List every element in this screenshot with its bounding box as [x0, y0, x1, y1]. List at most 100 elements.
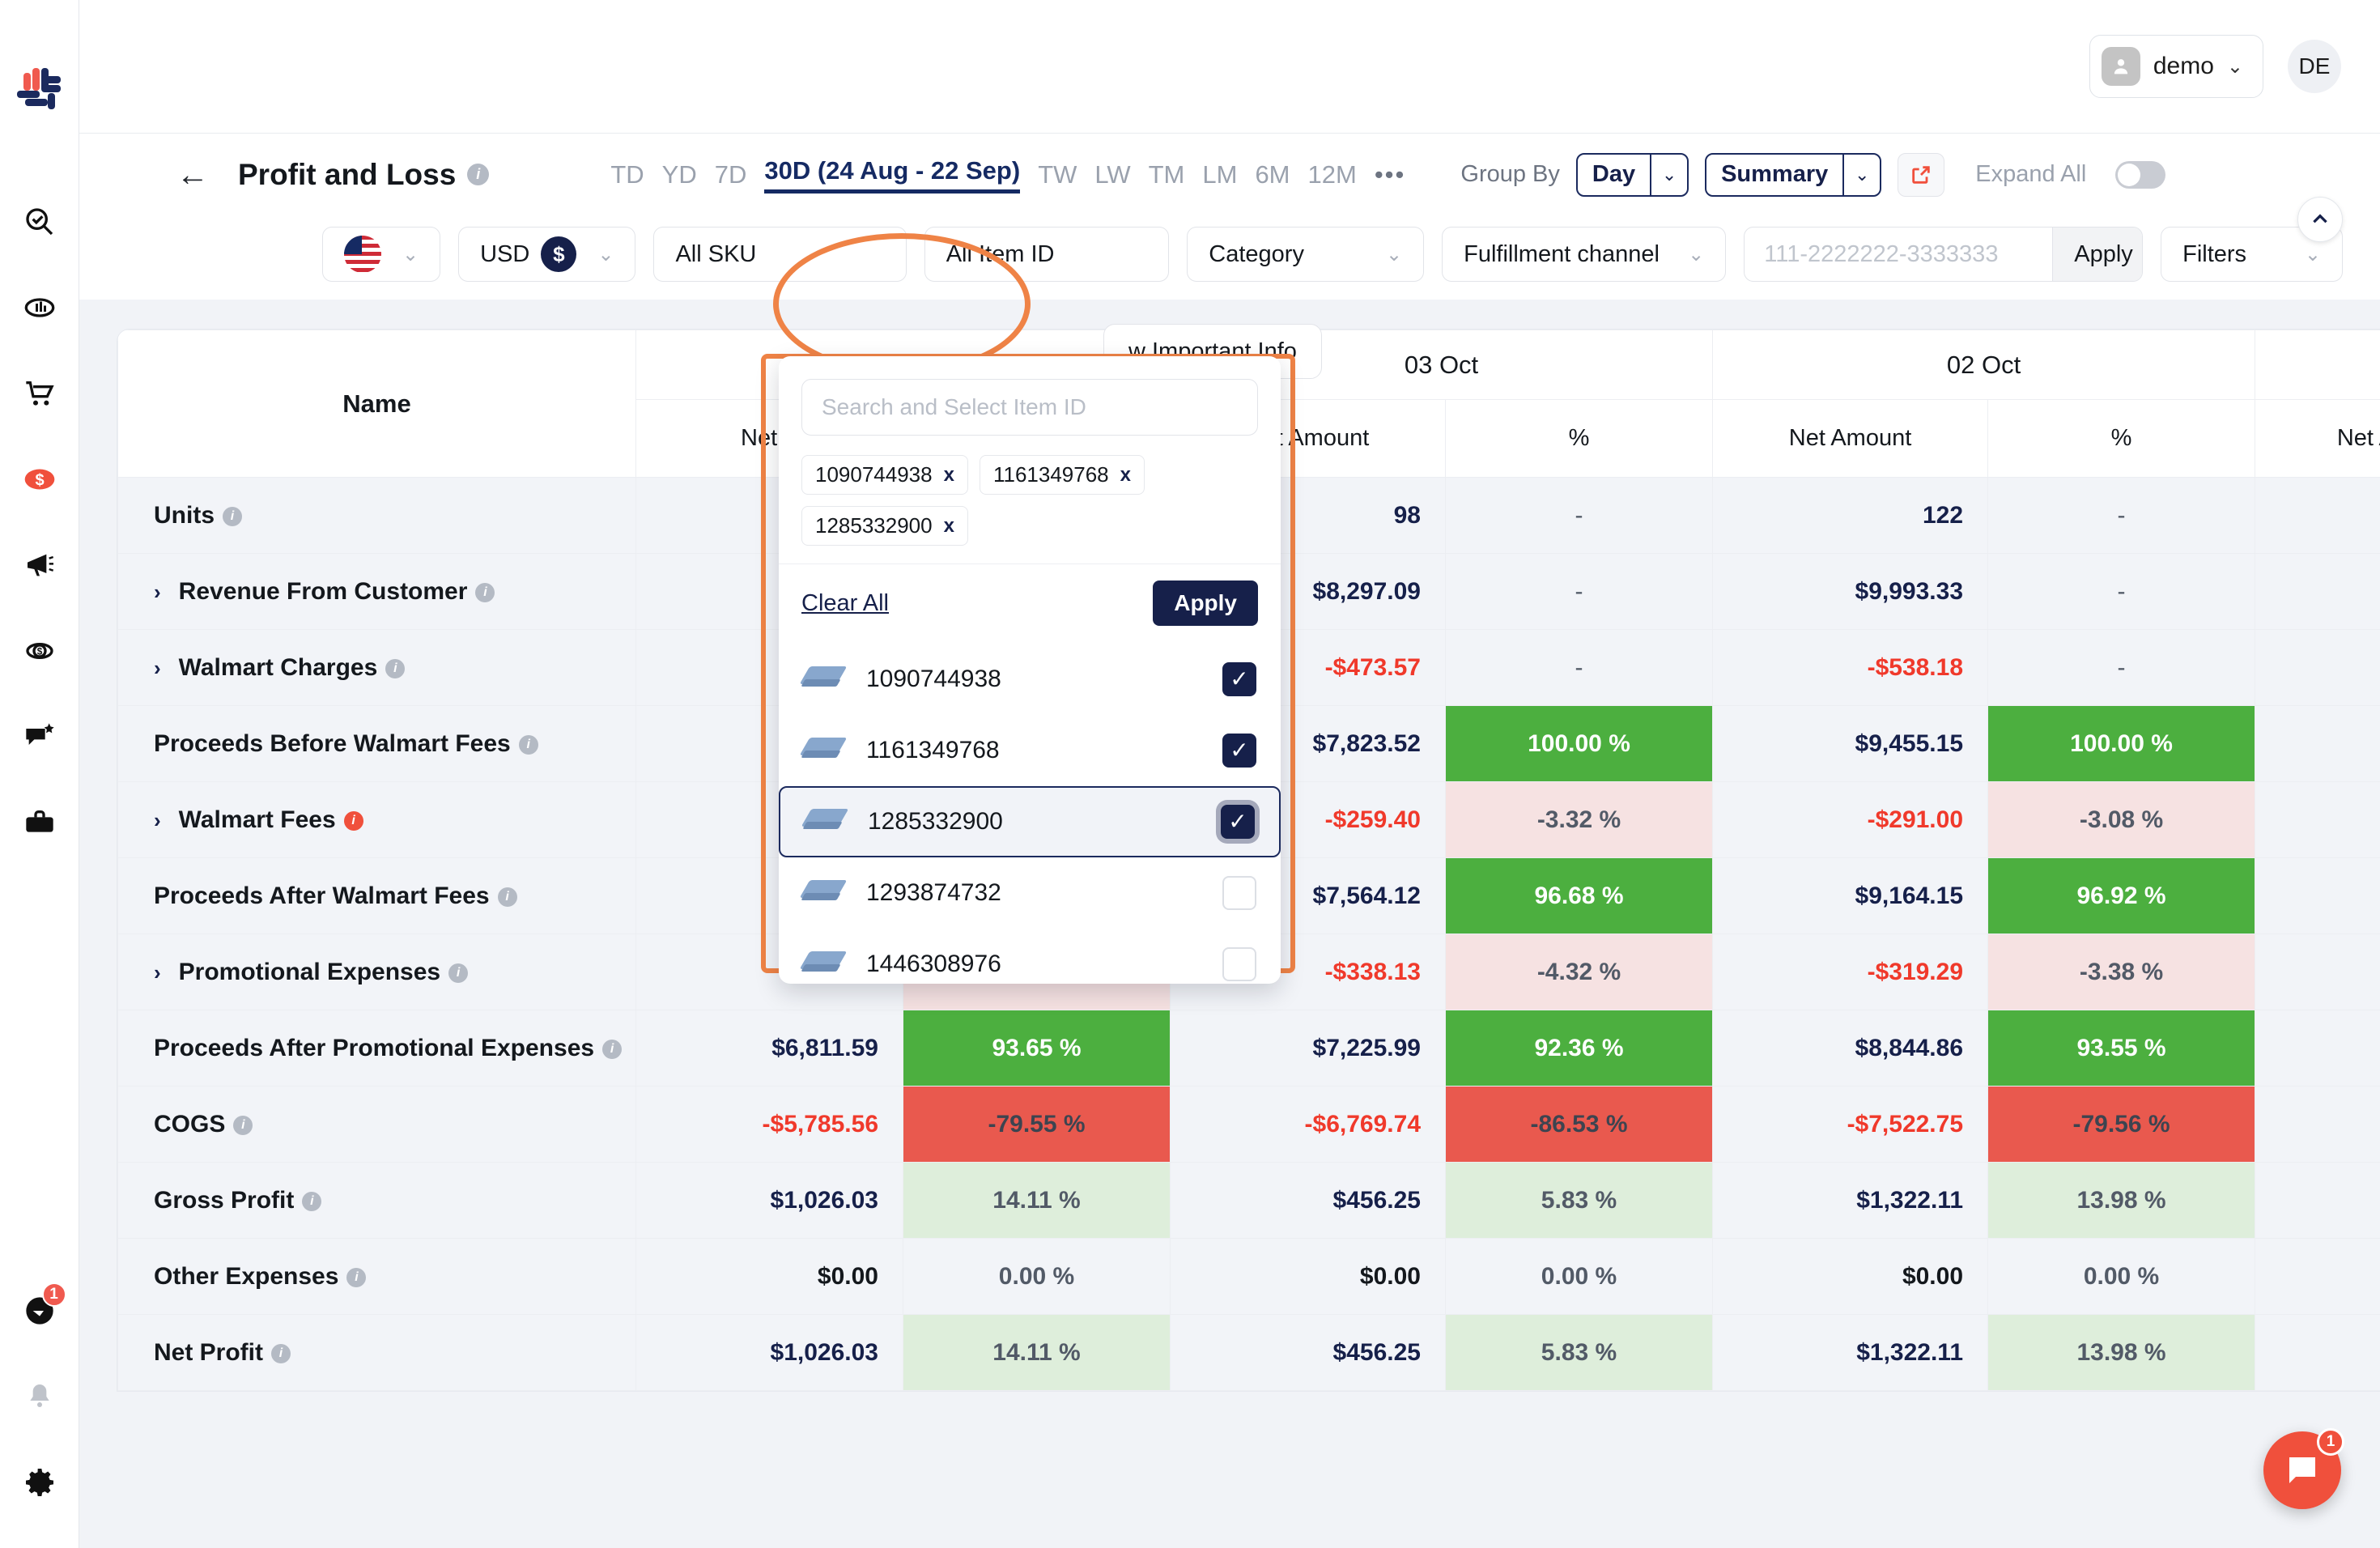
- row-info-icon[interactable]: i: [385, 658, 406, 678]
- chevron-right-icon[interactable]: ›: [154, 808, 161, 833]
- order-id-input[interactable]: [1745, 228, 2053, 281]
- selected-item-chip[interactable]: 1161349768 x: [979, 455, 1145, 495]
- table-row: Net Profit i $1,026.03 14.11 % $456.25 5.83 %…: [117, 1314, 2380, 1391]
- dollar-circle-icon[interactable]: $: [16, 456, 63, 503]
- category-filter[interactable]: Category ⌄: [1187, 227, 1425, 282]
- item-id-option-list: 1090744938 1161349768 1285332900 1293874732…: [779, 644, 1281, 984]
- user-initials-avatar[interactable]: DE: [2288, 40, 2341, 93]
- range-tab-7d[interactable]: 7D: [715, 160, 747, 189]
- review-icon[interactable]: [16, 713, 63, 760]
- cell-percent-0: -79.55 %: [903, 1086, 1171, 1163]
- chevron-right-icon[interactable]: ›: [154, 580, 161, 605]
- back-button[interactable]: ←: [176, 159, 209, 191]
- col-header-amount-2: Net Amount: [1712, 399, 1989, 478]
- svg-text:$: $: [36, 646, 42, 657]
- item-id-option[interactable]: 1090744938: [779, 644, 1281, 715]
- item-id-option-checkbox[interactable]: [1222, 662, 1256, 696]
- row-info-icon[interactable]: i: [346, 1267, 367, 1287]
- refund-icon[interactable]: $: [16, 627, 63, 674]
- item-id-option-checkbox[interactable]: [1222, 947, 1256, 981]
- row-label-cell: Net Profit i: [117, 1314, 636, 1391]
- row-label: Proceeds After Walmart Fees: [154, 882, 490, 909]
- fulfillment-channel-filter[interactable]: Fulfillment channel ⌄: [1442, 227, 1727, 282]
- marketplace-select[interactable]: ⌄: [322, 227, 441, 282]
- table-row: Proceeds After Promotional Expenses i $6,8…: [117, 1010, 2380, 1087]
- range-tab-yd[interactable]: YD: [662, 160, 697, 189]
- chevron-right-icon[interactable]: ›: [154, 656, 161, 681]
- bell-icon[interactable]: [16, 1373, 63, 1420]
- item-id-option[interactable]: 1446308976: [779, 929, 1281, 984]
- gear-icon[interactable]: [16, 1459, 63, 1506]
- order-id-apply-button[interactable]: Apply: [2052, 228, 2143, 281]
- range-tab-6m[interactable]: 6M: [1255, 160, 1290, 189]
- range-tab-tm[interactable]: TM: [1149, 160, 1185, 189]
- row-label: Walmart Fees: [178, 806, 336, 833]
- row-info-icon[interactable]: i: [518, 734, 538, 755]
- item-id-option-label: 1090744938: [866, 666, 1001, 692]
- cart-icon[interactable]: [16, 370, 63, 417]
- item-id-filter[interactable]: All Item ID: [924, 227, 1170, 282]
- item-id-option-checkbox[interactable]: [1222, 734, 1256, 768]
- filter-bar: ⌄ USD $ ⌄ All SKU All Item ID Category ⌄…: [79, 215, 2380, 300]
- item-id-option[interactable]: 1161349768: [779, 715, 1281, 786]
- range-more-icon[interactable]: •••: [1375, 160, 1406, 189]
- table-row: Other Expenses i $0.00 0.00 % $0.00 0.00 % $0.…: [117, 1238, 2380, 1315]
- currency-code: USD: [480, 240, 530, 267]
- analytics-icon[interactable]: [16, 284, 63, 331]
- item-id-option-checkbox[interactable]: [1222, 876, 1256, 910]
- range-tab-tw[interactable]: TW: [1038, 160, 1077, 189]
- item-id-search-input[interactable]: [822, 394, 1238, 420]
- row-info-icon[interactable]: i: [302, 1191, 322, 1211]
- item-id-apply-button[interactable]: Apply: [1153, 580, 1258, 626]
- range-tab-30d[interactable]: 30D (24 Aug - 22 Sep): [764, 156, 1021, 194]
- chat-icon[interactable]: 1: [16, 1282, 66, 1334]
- currency-select[interactable]: USD $ ⌄: [458, 227, 636, 282]
- range-tab-lw[interactable]: LW: [1094, 160, 1130, 189]
- search-check-icon[interactable]: [16, 198, 63, 245]
- item-id-option[interactable]: 1293874732: [779, 857, 1281, 929]
- view-mode-select[interactable]: Summary ⌄: [1705, 152, 1882, 197]
- row-alert-icon[interactable]: i: [343, 810, 363, 831]
- row-info-icon[interactable]: i: [271, 1343, 291, 1363]
- row-label-cell[interactable]: › Revenue From Customer i: [117, 553, 636, 630]
- group-by-select[interactable]: Day ⌄: [1575, 152, 1689, 197]
- chip-remove-icon[interactable]: x: [944, 515, 954, 538]
- range-tab-lm[interactable]: LM: [1202, 160, 1237, 189]
- app-logo[interactable]: [15, 66, 64, 119]
- row-info-icon[interactable]: i: [233, 1115, 253, 1135]
- range-tab-12m[interactable]: 12M: [1308, 160, 1357, 189]
- row-info-icon[interactable]: i: [475, 582, 495, 602]
- sku-filter-label: All SKU: [675, 240, 757, 267]
- row-label-cell[interactable]: › Walmart Charges i: [117, 629, 636, 706]
- item-id-option-checkbox[interactable]: [1221, 805, 1255, 839]
- briefcase-icon[interactable]: [16, 799, 63, 846]
- row-info-icon[interactable]: i: [448, 963, 469, 983]
- support-chat-button[interactable]: 1: [2263, 1428, 2344, 1509]
- chip-remove-icon[interactable]: x: [1120, 464, 1131, 487]
- category-filter-label: Category: [1209, 240, 1304, 267]
- sku-filter[interactable]: All SKU: [653, 227, 907, 282]
- item-id-filter-label: All Item ID: [946, 240, 1055, 267]
- page-title-info-icon[interactable]: i: [467, 164, 490, 185]
- row-label: Proceeds Before Walmart Fees: [154, 729, 511, 757]
- open-external-button[interactable]: [1898, 152, 1945, 197]
- row-info-icon[interactable]: i: [497, 887, 517, 907]
- selected-item-chip[interactable]: 1090744938 x: [801, 455, 968, 495]
- megaphone-icon[interactable]: [16, 542, 63, 589]
- row-label-cell[interactable]: › Walmart Fees i: [117, 781, 636, 858]
- chip-remove-icon[interactable]: x: [944, 464, 954, 487]
- account-switcher[interactable]: demo ⌄: [2089, 35, 2263, 98]
- range-tab-td[interactable]: TD: [610, 160, 644, 189]
- expand-all-toggle[interactable]: [2115, 160, 2166, 189]
- collapse-filters-button[interactable]: [2297, 197, 2343, 242]
- cell-net-amount-1: $0.00: [1170, 1238, 1446, 1315]
- clear-all-button[interactable]: Clear All: [801, 590, 889, 617]
- row-info-icon[interactable]: i: [223, 506, 242, 526]
- row-label-cell[interactable]: › Promotional Expenses i: [117, 933, 636, 1010]
- chevron-right-icon[interactable]: ›: [154, 960, 161, 985]
- cell-net-amount-1: $456.25: [1170, 1314, 1446, 1391]
- selected-item-chip[interactable]: 1285332900 x: [801, 506, 968, 546]
- date-range-tabs: TD YD 7D 30D (24 Aug - 22 Sep) TW LW TM …: [610, 156, 1405, 194]
- item-id-option[interactable]: 1285332900: [779, 786, 1281, 857]
- row-info-icon[interactable]: i: [602, 1039, 623, 1059]
